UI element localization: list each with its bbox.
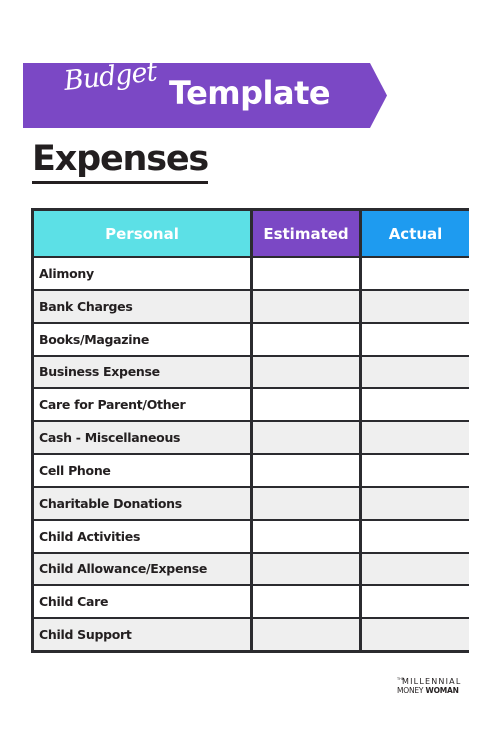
estimated-cell[interactable] [253,258,359,289]
row-category-label: Cash - Miscellaneous [34,422,250,453]
row-category-label: Child Care [34,586,250,618]
logo-line2-light: MONEY [397,686,424,695]
column-header-actual: Actual [362,211,469,256]
column-header-personal: Personal [34,211,250,256]
estimated-cell[interactable] [253,356,359,388]
estimated-cell[interactable] [253,553,359,585]
actual-cell[interactable] [362,455,469,486]
estimated-cell[interactable] [253,520,359,552]
actual-cell[interactable] [362,619,469,650]
actual-cell[interactable] [362,356,469,388]
estimated-cell[interactable] [253,455,359,486]
actual-cell[interactable] [362,323,469,355]
actual-cell[interactable] [362,553,469,585]
expenses-table: Personal Estimated Actual Alimony Bank C… [31,208,469,653]
actual-cell[interactable] [362,389,469,421]
row-category-label: Bank Charges [34,290,250,322]
estimated-cell[interactable] [253,619,359,650]
estimated-cell[interactable] [253,586,359,618]
estimated-cell[interactable] [253,422,359,453]
estimated-cell[interactable] [253,389,359,421]
actual-cell[interactable] [362,258,469,289]
row-category-label: Child Support [34,619,250,650]
page-heading: Expenses [32,137,209,184]
logo-line1: MILLENNIAL [402,677,462,686]
actual-cell[interactable] [362,290,469,322]
column-header-estimated: Estimated [253,211,359,256]
logo-line2-bold: WOMAN [425,686,459,695]
row-category-label: Care for Parent/Other [34,389,250,421]
actual-cell[interactable] [362,422,469,453]
actual-cell[interactable] [362,487,469,519]
actual-cell[interactable] [362,586,469,618]
row-category-label: Child Activities [34,520,250,552]
row-category-label: Alimony [34,258,250,289]
banner-title: Template [169,74,331,112]
brand-logo: THEMILLENNIAL MONEY WOMAN [397,677,462,695]
estimated-cell[interactable] [253,487,359,519]
row-category-label: Business Expense [34,356,250,388]
row-category-label: Charitable Donations [34,487,250,519]
actual-cell[interactable] [362,520,469,552]
estimated-cell[interactable] [253,323,359,355]
row-category-label: Cell Phone [34,455,250,486]
estimated-cell[interactable] [253,290,359,322]
row-category-label: Child Allowance/Expense [34,553,250,585]
row-category-label: Books/Magazine [34,323,250,355]
